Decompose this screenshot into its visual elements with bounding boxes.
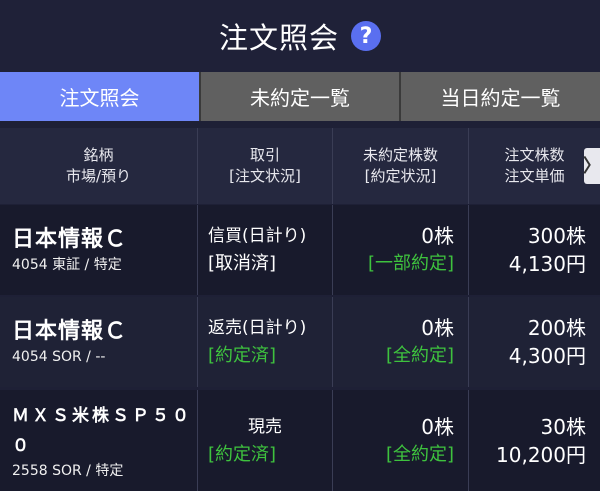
quantity-cell: 200株 4,300円	[469, 297, 600, 387]
market-info: 4054 SOR / --	[12, 349, 106, 365]
unfilled-shares: 0株	[421, 224, 454, 248]
header-trade: 取引 [注文状況]	[198, 128, 333, 204]
stock-name: ＭＸＳ米株ＳＰ５００	[12, 405, 192, 456]
market-info: 4054 東証 / 特定	[12, 257, 122, 273]
fill-status: [一部約定]	[367, 253, 454, 274]
header-quantity: 注文株数 注文単価 〉	[504, 146, 600, 185]
order-price: 4,130円	[508, 252, 586, 276]
table-row[interactable]: 日本情報Ｃ 4054 SOR / -- 返売(日計り) [約定済] 0株 [全約…	[0, 297, 600, 387]
order-status: [約定済]	[208, 345, 277, 366]
order-quantity: 200株	[527, 316, 586, 340]
quantity-cell: 300株 4,130円	[469, 205, 600, 295]
unfilled-shares: 0株	[421, 316, 454, 340]
table-row[interactable]: 日本情報Ｃ 4054 東証 / 特定 信買(日計り) [取消済] 0株 [一部約…	[0, 205, 600, 295]
stock-cell: 日本情報Ｃ 4054 SOR / --	[0, 297, 198, 387]
unfilled-cell: 0株 [一部約定]	[333, 205, 469, 295]
order-status: [取消済]	[208, 253, 277, 274]
order-price: 4,300円	[508, 344, 586, 368]
trade-cell: 現売 [約定済]	[198, 390, 333, 491]
stock-cell: ＭＸＳ米株ＳＰ５００ 2558 SOR / 特定	[0, 390, 198, 491]
header-unfilled: 未約定株数 [約定状況]	[333, 128, 469, 204]
trade-cell: 信買(日計り) [取消済]	[198, 205, 333, 295]
tab-bar: 注文照会 未約定一覧 当日約定一覧	[0, 72, 600, 121]
unfilled-cell: 0株 [全約定]	[333, 390, 469, 491]
app-header: 注文照会 ?	[0, 0, 600, 72]
stock-name: 日本情報Ｃ	[12, 227, 128, 252]
fill-status: [全約定]	[385, 443, 454, 465]
tab-today-filled-list[interactable]: 当日約定一覧	[399, 72, 600, 121]
stock-cell: 日本情報Ｃ 4054 東証 / 特定	[0, 205, 198, 295]
order-status: [約定済]	[208, 443, 277, 465]
page-title: 注文照会	[218, 21, 339, 55]
order-quantity: 30株	[540, 414, 586, 439]
trade-type: 信買(日計り)	[208, 226, 307, 246]
header-stock: 銘柄 市場/預り	[0, 128, 198, 204]
market-info: 2558 SOR / 特定	[12, 462, 124, 479]
fill-status: [全約定]	[385, 345, 454, 366]
tab-unfilled-list[interactable]: 未約定一覧	[199, 72, 399, 121]
tab-order-inquiry[interactable]: 注文照会	[0, 72, 199, 121]
table-header: 銘柄 市場/預り 取引 [注文状況] 未約定株数 [約定状況] 注文株数 注文単…	[0, 128, 600, 204]
order-quantity: 300株	[527, 224, 586, 248]
trade-type: 返売(日計り)	[208, 318, 307, 338]
help-icon[interactable]: ?	[351, 21, 381, 51]
unfilled-shares: 0株	[421, 414, 454, 439]
chevron-right-icon[interactable]: 〉	[583, 148, 600, 184]
trade-cell: 返売(日計り) [約定済]	[198, 297, 333, 387]
trade-type: 現売	[248, 416, 282, 437]
table-row[interactable]: ＭＸＳ米株ＳＰ５００ 2558 SOR / 特定 現売 [約定済] 0株 [全約…	[0, 390, 600, 491]
order-price: 10,200円	[496, 442, 586, 467]
quantity-cell: 30株 10,200円	[469, 390, 600, 491]
unfilled-cell: 0株 [全約定]	[333, 297, 469, 387]
stock-name: 日本情報Ｃ	[12, 319, 128, 344]
